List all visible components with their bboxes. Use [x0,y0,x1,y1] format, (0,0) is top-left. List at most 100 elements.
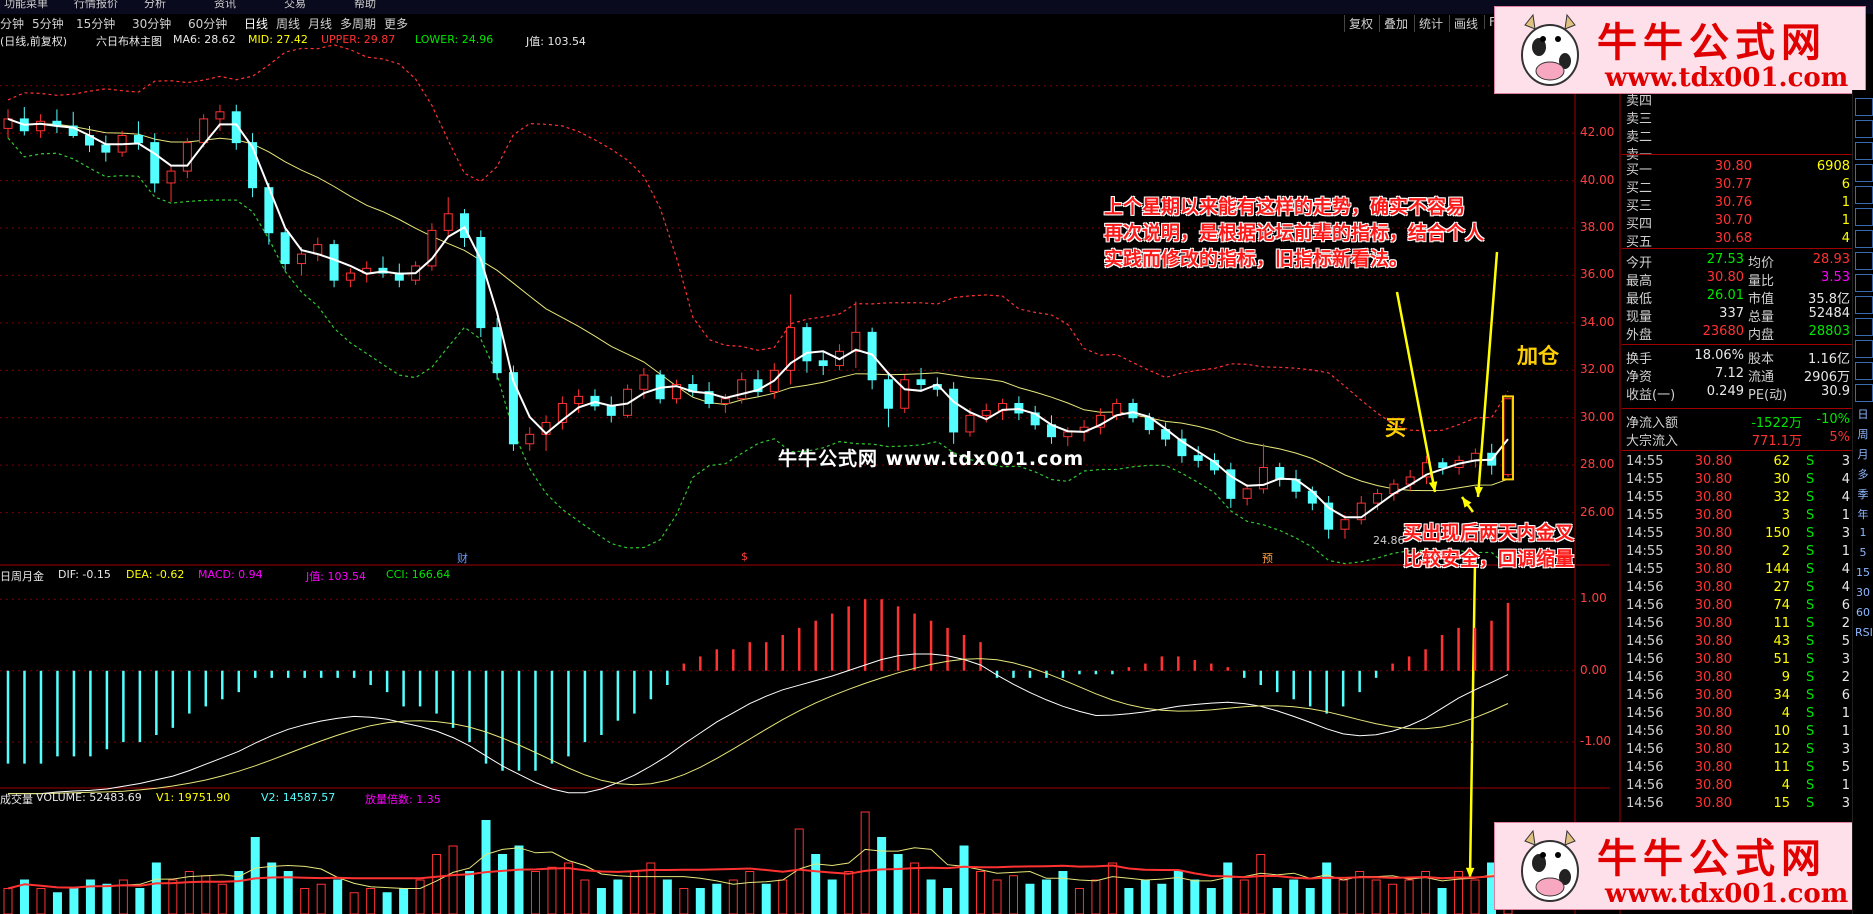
tool-glyph-icon[interactable] [1855,208,1873,226]
tick-volume: 74 [1773,598,1790,613]
volume-bar [498,854,508,914]
tick-time: 14:56 [1626,652,1664,667]
tool-glyph-icon[interactable] [1855,186,1873,204]
add-position-label: 加仓 [1517,344,1559,368]
tool-glyph-icon[interactable] [1855,164,1873,182]
tick-volume: 32 [1773,490,1790,505]
candle [786,294,796,385]
tick-price: 30.80 [1694,796,1732,811]
tool-glyph-icon[interactable] [1855,296,1873,314]
tick-side: S [1806,634,1815,649]
chart-title: (日线,前复权) [0,35,68,48]
tool-glyph-icon[interactable] [1855,142,1873,160]
tick-price: 30.80 [1694,598,1732,613]
tick-time: 14:56 [1626,580,1664,595]
tool-glyph-icon[interactable] [1855,318,1873,336]
volume-bar [662,879,672,914]
quote-label: 今开 [1626,256,1653,271]
tool-period-button[interactable]: 15 [1855,566,1871,582]
tick-price: 30.80 [1694,616,1732,631]
main-indicator-header: (日线,前复权) 六日布林主图 MA6: 28.62 MID: 27.42 UP… [0,33,1500,48]
volume-bar [629,871,639,914]
tick-volume: 27 [1773,580,1790,595]
fundamental-value: 30.9 [1821,384,1850,399]
volume-bar [926,879,936,914]
tick-time: 14:55 [1626,562,1664,577]
candle [182,137,192,179]
tool-period-button[interactable]: 季 [1855,486,1871,502]
macd-indicator-header: 日周月金 DIF: -0.15 DEA: -0.62 MACD: 0.94 J值… [0,568,1500,583]
candle [19,107,29,136]
candle [1438,458,1448,475]
tick-count: 5 [1841,634,1850,649]
tick-count: 3 [1841,454,1850,469]
volume-bar [761,883,771,914]
candle [394,263,404,288]
candle [3,109,13,138]
volume-bar [1322,862,1332,914]
candle [851,301,861,368]
volume-bar [860,811,870,914]
tick-volume: 4 [1781,778,1790,793]
quote-label: 最高 [1626,274,1653,289]
v2-line [7,864,1509,890]
tool-period-button[interactable]: 5 [1855,546,1871,562]
fundamental-label: 换手 [1626,352,1653,367]
tick-volume: 30 [1773,472,1790,487]
sell-level-label: 卖四 [1626,94,1653,109]
quote-value: 28803 [1808,324,1850,339]
macd-indicator-name[interactable]: 日周月金 [0,568,44,584]
volume-bar [1206,888,1216,914]
tool-period-button[interactable]: 月 [1855,446,1871,462]
right-toolstrip: 日周月多季年 1 5 15 30 60 RSI [1852,90,1873,914]
quote-label: 现量 [1626,310,1653,325]
tool-glyph-icon[interactable] [1855,362,1873,380]
tool-period-button[interactable]: RSI [1855,626,1873,642]
tool-period-button[interactable]: 周 [1855,426,1871,442]
tool-period-button[interactable]: 多 [1855,466,1871,482]
volume-bar [399,888,409,914]
tool-period-button[interactable]: 1 [1855,526,1871,542]
volume-bar [217,883,227,914]
tool-period-button[interactable]: 年 [1855,506,1871,522]
tool-period-button[interactable]: 30 [1855,586,1871,602]
tool-period-button[interactable]: 60 [1855,606,1871,622]
candle [1405,469,1415,492]
tool-glyph-icon[interactable] [1855,274,1873,292]
candle [883,372,893,428]
banner-title: 牛牛公式网 [1597,19,1827,66]
dea-line [8,658,1509,795]
formula-name[interactable]: 六日布林主图 [96,33,162,49]
buy-level-price: 30.80 [1714,159,1752,174]
candle [1324,495,1334,539]
tick-time: 14:56 [1626,724,1664,739]
volume-indicator-name[interactable]: 成交量 [0,791,33,807]
tick-count: 3 [1841,796,1850,811]
tool-period-button[interactable]: 日 [1855,406,1871,422]
tool-glyph-icon[interactable] [1855,252,1873,270]
tick-count: 6 [1841,598,1850,613]
volume-bar [267,862,277,914]
banner-url[interactable]: www.tdx001.com [1605,63,1848,93]
flow-label: 大宗流入 [1626,434,1679,449]
tool-glyph-icon[interactable] [1855,384,1873,402]
ma6-line [7,117,1509,519]
tick-price: 30.80 [1694,742,1732,757]
tool-glyph-icon[interactable] [1855,120,1873,138]
volume-bar [547,866,557,914]
tool-glyph-icon[interactable] [1855,98,1873,116]
event-marker-forecast: 预 [1262,552,1273,565]
tick-count: 3 [1841,526,1850,541]
fundamental-label: 净资 [1626,370,1653,385]
candle [737,372,747,404]
tick-time: 14:56 [1626,796,1664,811]
tool-glyph-icon[interactable] [1855,340,1873,358]
volume-bar [728,879,738,914]
tick-side: S [1806,580,1815,595]
candle [590,389,600,411]
mid-band-line [7,118,1509,492]
candle [753,370,763,397]
tool-glyph-icon[interactable] [1855,230,1873,248]
panel-separator [1622,408,1852,409]
tick-side: S [1806,652,1815,667]
